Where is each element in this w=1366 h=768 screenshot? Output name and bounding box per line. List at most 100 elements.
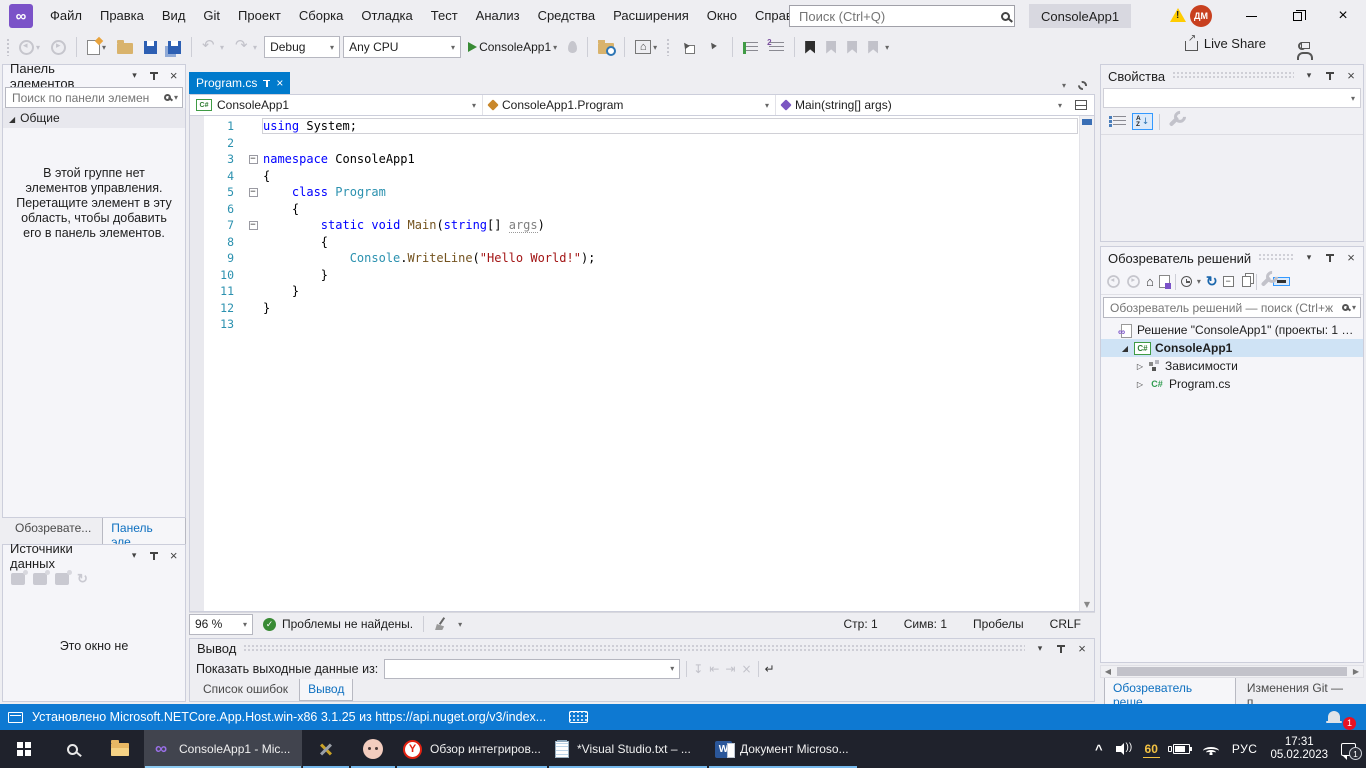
code-line[interactable]: 13 bbox=[204, 316, 1078, 333]
menu-item[interactable]: Расширения bbox=[604, 0, 698, 32]
close-panel-button[interactable]: × bbox=[1343, 68, 1359, 84]
battery-icon[interactable] bbox=[1173, 744, 1190, 754]
yandex-browser-window[interactable]: Обзор интегриров... bbox=[396, 730, 548, 768]
battery-percent[interactable]: 60 bbox=[1143, 741, 1160, 758]
home-button[interactable]: ⌂▾ bbox=[631, 35, 661, 59]
auto-hide-button[interactable] bbox=[1322, 68, 1338, 84]
clear-all-icon[interactable]: × bbox=[741, 662, 751, 676]
window-position-button[interactable]: ▾ bbox=[1301, 68, 1317, 84]
code-line[interactable]: 9 Console.WriteLine("Hello World!"); bbox=[204, 250, 1078, 267]
window-position-button[interactable]: ▾ bbox=[127, 548, 142, 564]
scroll-right-arrow[interactable]: ▶ bbox=[1349, 667, 1363, 676]
prev-message-icon[interactable]: ⇤ bbox=[709, 662, 719, 676]
word-wrap-icon[interactable]: ↵ bbox=[765, 662, 775, 676]
collapse-all-icon[interactable]: − bbox=[1223, 276, 1234, 287]
code-line[interactable]: 4{ bbox=[204, 168, 1078, 185]
home-icon[interactable]: ⌂ bbox=[1146, 276, 1154, 288]
navigate-back-button[interactable]: ▾ bbox=[15, 35, 44, 59]
clock[interactable]: 17:31 05.02.2023 bbox=[1270, 736, 1328, 762]
fold-collapse-button[interactable]: − bbox=[249, 221, 258, 230]
next-bookmark-button[interactable]: ▸ bbox=[843, 35, 861, 59]
menu-item[interactable]: Git bbox=[194, 0, 229, 32]
menu-item[interactable]: Вид bbox=[153, 0, 195, 32]
code-line[interactable]: 3−namespace ConsoleApp1 bbox=[204, 151, 1078, 168]
solution-search-box[interactable]: ▾ bbox=[1103, 297, 1361, 318]
wrench-icon[interactable] bbox=[1169, 116, 1180, 127]
project-badge[interactable]: ConsoleApp1 bbox=[1029, 4, 1131, 28]
code-line[interactable]: 12} bbox=[204, 300, 1078, 317]
menu-item[interactable]: Анализ bbox=[467, 0, 529, 32]
platform-dropdown[interactable]: Any CPU▾ bbox=[343, 36, 461, 58]
window-position-button[interactable]: ▾ bbox=[127, 68, 142, 84]
isaac-game-window[interactable] bbox=[350, 730, 396, 768]
bottom-tool-tab[interactable]: Вывод bbox=[299, 679, 353, 701]
show-all-files-icon[interactable] bbox=[1242, 276, 1251, 287]
status-cell[interactable]: Пробелы bbox=[973, 617, 1024, 631]
code-editor[interactable]: 1using System;23−namespace ConsoleApp14{… bbox=[189, 116, 1095, 612]
wifi-icon[interactable] bbox=[1203, 743, 1219, 755]
menu-item[interactable]: Проект bbox=[229, 0, 290, 32]
tree-item[interactable]: Решение "ConsoleApp1" (проекты: 1 из 1) bbox=[1101, 321, 1363, 339]
hot-reload-button[interactable] bbox=[564, 35, 581, 59]
code-line[interactable]: 11 } bbox=[204, 283, 1078, 300]
left-tool-tab[interactable]: Обозревате... bbox=[6, 518, 100, 540]
find-message-icon[interactable]: ↧ bbox=[693, 662, 703, 676]
code-line[interactable]: 1using System; bbox=[204, 118, 1078, 135]
menu-item[interactable]: Файл bbox=[41, 0, 91, 32]
close-panel-button[interactable]: × bbox=[166, 68, 181, 84]
switch-views-icon[interactable] bbox=[1159, 275, 1170, 288]
close-tab-icon[interactable]: × bbox=[276, 76, 283, 90]
toolbox-group-general[interactable]: Общие bbox=[3, 108, 185, 128]
word-window[interactable]: Документ Microso... bbox=[708, 730, 858, 768]
clear-bookmarks-button[interactable]: × bbox=[864, 35, 882, 59]
live-share-button[interactable]: Live Share bbox=[1185, 36, 1266, 51]
code-line[interactable]: 8 { bbox=[204, 234, 1078, 251]
status-cell[interactable]: Симв: 1 bbox=[904, 617, 947, 631]
toggle-bookmark-button[interactable] bbox=[801, 35, 819, 59]
select-element-button[interactable] bbox=[675, 35, 699, 59]
zoom-dropdown[interactable]: 96 %▾ bbox=[189, 614, 253, 635]
pending-changes-filter-icon[interactable] bbox=[1181, 276, 1192, 287]
auto-hide-button[interactable] bbox=[146, 548, 161, 564]
refresh-icon[interactable] bbox=[77, 571, 88, 587]
close-button[interactable]: × bbox=[1320, 0, 1366, 32]
indent-increase-button[interactable] bbox=[765, 35, 788, 59]
output-source-dropdown[interactable]: ▾ bbox=[384, 659, 680, 679]
menu-item[interactable]: Окно bbox=[698, 0, 746, 32]
pin-tab-icon[interactable] bbox=[263, 79, 270, 88]
code-cleanup-icon[interactable] bbox=[434, 617, 448, 631]
expander-collapsed-icon[interactable]: ▷ bbox=[1135, 362, 1145, 371]
code-line[interactable]: 2 bbox=[204, 135, 1078, 152]
open-file-button[interactable] bbox=[113, 35, 137, 59]
code-line[interactable]: 5− class Program bbox=[204, 184, 1078, 201]
project-dropdown[interactable]: C# ConsoleApp1▾ bbox=[190, 95, 483, 115]
toolbar-drag-handle[interactable] bbox=[666, 38, 670, 56]
restore-button[interactable] bbox=[1274, 0, 1320, 32]
menu-item[interactable]: Тест bbox=[422, 0, 467, 32]
type-dropdown[interactable]: ConsoleApp1.Program▾ bbox=[483, 95, 776, 115]
close-panel-button[interactable]: × bbox=[1074, 641, 1090, 657]
language-indicator[interactable]: РУС bbox=[1232, 742, 1258, 756]
auto-hide-button[interactable] bbox=[1322, 250, 1338, 266]
taskbar-search-button[interactable] bbox=[48, 730, 96, 768]
toolbar-drag-handle[interactable] bbox=[6, 38, 10, 56]
configuration-dropdown[interactable]: Debug▾ bbox=[264, 36, 340, 58]
tab-program-cs[interactable]: Program.cs × bbox=[189, 72, 290, 94]
file-explorer-button[interactable] bbox=[96, 730, 144, 768]
search-input[interactable] bbox=[797, 8, 1001, 25]
forward-icon[interactable] bbox=[1127, 275, 1140, 288]
menu-item[interactable]: Средства bbox=[529, 0, 605, 32]
menu-item[interactable]: Правка bbox=[91, 0, 153, 32]
member-dropdown[interactable]: Main(string[] args)▾ bbox=[776, 95, 1068, 115]
new-project-button[interactable]: ▾ bbox=[83, 35, 110, 59]
save-button[interactable] bbox=[140, 35, 161, 59]
action-center-icon[interactable]: 1 bbox=[1341, 743, 1356, 756]
undo-button[interactable]: ▾ bbox=[198, 35, 228, 59]
minimize-button[interactable] bbox=[1228, 0, 1274, 32]
expander-collapsed-icon[interactable]: ▷ bbox=[1135, 380, 1145, 389]
code-line[interactable]: 7− static void Main(string[] args) bbox=[204, 217, 1078, 234]
redo-button[interactable]: ▾ bbox=[231, 35, 261, 59]
categorized-icon[interactable] bbox=[1113, 116, 1126, 128]
split-editor-button[interactable] bbox=[1068, 95, 1094, 115]
tools-app-window[interactable] bbox=[302, 730, 350, 768]
